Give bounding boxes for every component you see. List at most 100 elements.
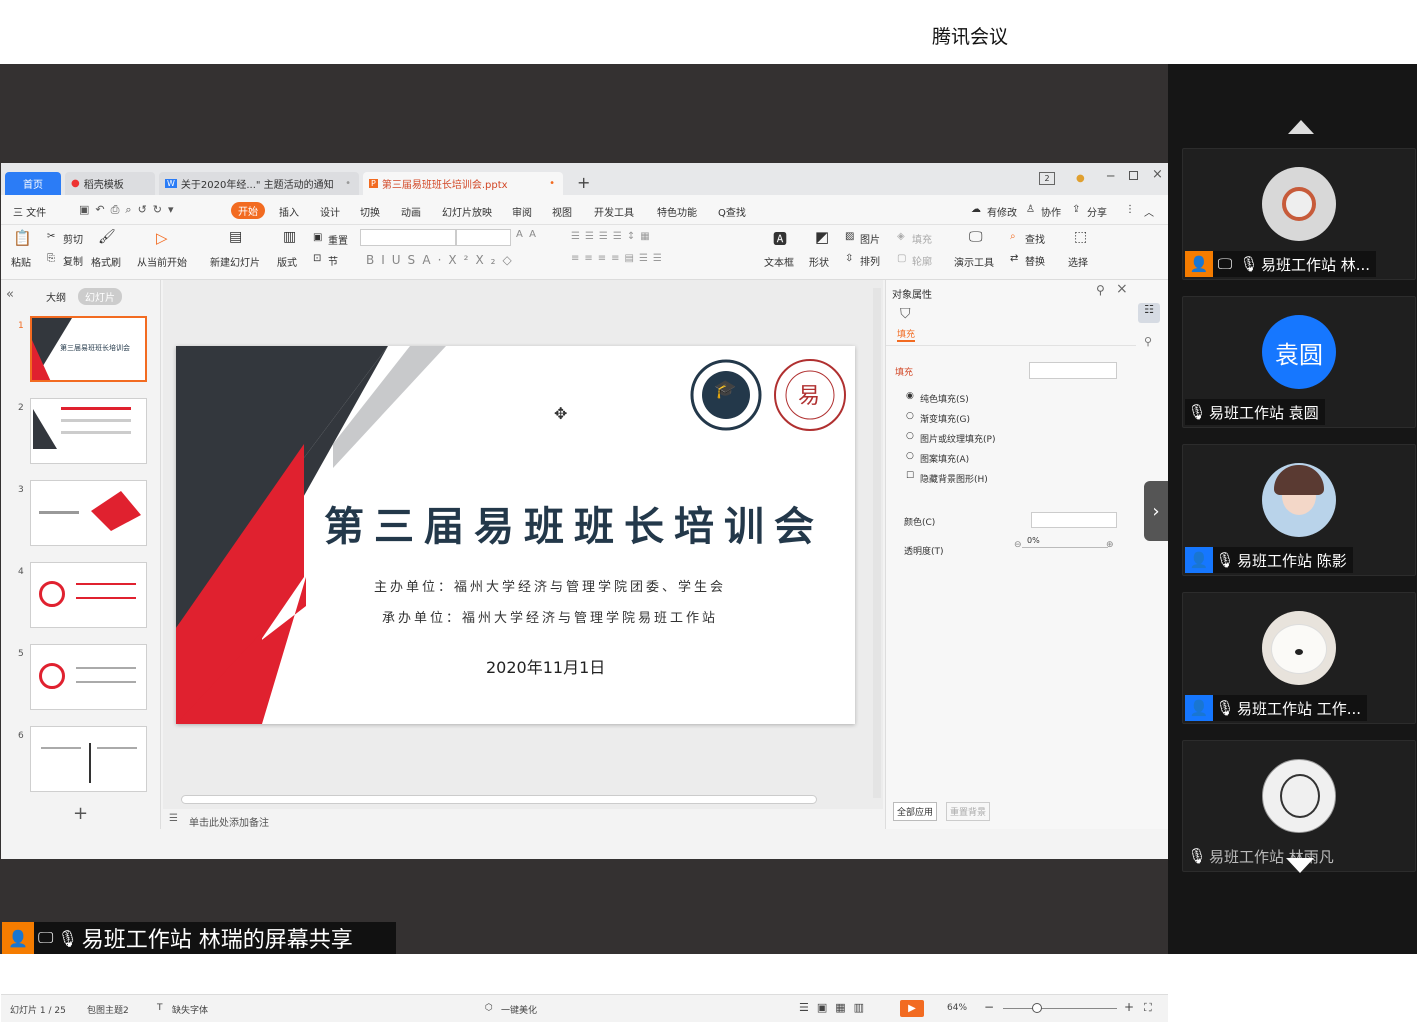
participant-tile[interactable]: 👤 🖵 🎙 易班工作站 林... [1182, 148, 1416, 280]
participant-tile[interactable]: 👤 🎙 易班工作站 陈影 [1182, 444, 1416, 576]
slides-tab[interactable]: 幻灯片 [78, 288, 122, 305]
vertical-scrollbar[interactable] [873, 288, 881, 798]
menu-slideshow[interactable]: 幻灯片放映 [442, 204, 492, 219]
shape-icon[interactable]: ◩ [815, 228, 829, 246]
menu-review[interactable]: 审阅 [512, 204, 532, 219]
pin-icon[interactable]: ⚲ [1096, 283, 1105, 297]
tab-unsaved-dot-icon[interactable]: • [549, 178, 555, 189]
format-painter-icon[interactable]: 🖌 [98, 229, 116, 245]
apply-all-button[interactable]: 全部应用 [893, 802, 938, 821]
tab-document-notice[interactable]: W 关于2020年经..." 主题活动的通知 • [159, 172, 359, 195]
fill-button[interactable]: 填充 [912, 231, 932, 246]
reset-bg-button[interactable]: 重置背景 [946, 802, 991, 821]
section-button[interactable]: 节 [328, 253, 338, 268]
beautify-button[interactable]: 一键美化 [501, 1003, 537, 1016]
share-label[interactable]: 分享 [1087, 204, 1107, 219]
radio-gradient[interactable]: ○ [906, 411, 914, 421]
present-tools-button[interactable]: 演示工具 [954, 254, 994, 269]
reset-button[interactable]: 重置 [328, 232, 348, 247]
pin-side-icon[interactable]: ⚲ [1144, 335, 1152, 348]
collab-label[interactable]: 协作 [1041, 204, 1061, 219]
participant-tile[interactable]: 袁圆 🎙 易班工作站 袁圆 [1182, 296, 1416, 428]
paragraph-icons-bottom[interactable]: ≡≡≡≡▤☰☰ [571, 253, 667, 264]
tab-presentation[interactable]: P 第三届易班班长培训会.pptx • [363, 172, 563, 195]
cloud-icon[interactable]: ☁ [971, 204, 981, 215]
replace-icon[interactable]: ⇄ [1010, 253, 1018, 264]
arrange-button[interactable]: 排列 [860, 253, 880, 268]
close-window-icon[interactable]: × [1152, 167, 1163, 182]
current-slide[interactable]: 🎓 易 第三届易班班长培训会 主办单位：福州大学经济与管理学院团委、学生会 承办… [176, 346, 855, 724]
window-count-icon[interactable]: 2 [1039, 172, 1055, 185]
textbox-button[interactable]: 文本框 [764, 254, 794, 269]
slide-thumb-2[interactable] [30, 398, 147, 464]
collapse-ribbon-icon[interactable]: ︿ [1144, 204, 1154, 219]
textbox-icon[interactable]: 🅰 [773, 229, 787, 249]
properties-side-icon[interactable]: ☷ [1138, 303, 1160, 323]
share-icon[interactable]: ⇪ [1072, 204, 1080, 215]
menu-dev-tools[interactable]: 开发工具 [594, 204, 634, 219]
skin-icon[interactable]: ● [1076, 173, 1085, 184]
radio-picture[interactable]: ○ [906, 431, 914, 441]
menu-special[interactable]: 特色功能 [657, 204, 697, 219]
changes-label[interactable]: 有修改 [987, 204, 1017, 219]
close-pane-icon[interactable]: × [1116, 281, 1128, 297]
format-painter-button[interactable]: 格式刷 [91, 254, 121, 269]
radio-pattern[interactable]: ○ [906, 451, 914, 461]
tab-close-icon[interactable]: • [345, 178, 351, 189]
paragraph-icons-top[interactable]: ☰☰☰☰↕▦ [571, 231, 655, 242]
text-format-icons[interactable]: BIUSA·X²X₂◇ [366, 253, 519, 267]
menu-file[interactable]: 三 文件 [13, 204, 46, 219]
more-icon[interactable]: ⋮ [1125, 204, 1135, 215]
collapse-pane-icon[interactable]: « [6, 287, 14, 302]
outline-tab[interactable]: 大纲 [46, 289, 66, 304]
section-icon[interactable]: ⊡ [313, 253, 321, 264]
outline-button[interactable]: 轮廓 [912, 253, 932, 268]
find-icon[interactable]: ⌕ [1010, 231, 1016, 242]
layout-button[interactable]: 版式 [277, 254, 297, 269]
layout-icon[interactable]: ▥ [283, 229, 296, 245]
replace-button[interactable]: 替换 [1025, 253, 1045, 268]
zoom-in-icon[interactable]: + [1124, 1000, 1134, 1014]
tab-home[interactable]: 首页 [5, 172, 61, 195]
select-button[interactable]: 选择 [1068, 254, 1088, 269]
outline-icon[interactable]: ▢ [897, 253, 906, 264]
slide-thumb-3[interactable] [30, 480, 147, 546]
new-slide-icon[interactable]: ▤ [229, 229, 242, 245]
minimize-icon[interactable]: ─ [1107, 169, 1114, 183]
menu-design[interactable]: 设计 [320, 204, 340, 219]
hide-bg-checkbox[interactable]: ☐ [906, 471, 914, 481]
play-slideshow-button[interactable]: ▶ [900, 1000, 924, 1017]
new-slide-button[interactable]: 新建幻灯片 [210, 254, 260, 269]
missing-font[interactable]: 缺失字体 [172, 1003, 208, 1016]
picture-icon[interactable]: ▨ [845, 231, 854, 242]
color-select[interactable] [1031, 512, 1117, 528]
zoom-slider[interactable] [1003, 1008, 1117, 1009]
notes-bar[interactable]: ☰ 单击此处添加备注 [163, 809, 883, 831]
font-size-adjust-icons[interactable]: AA [516, 229, 542, 240]
slide-thumb-6[interactable] [30, 726, 147, 792]
plus-icon[interactable]: ⊕ [1106, 540, 1114, 550]
select-icon[interactable]: ⬚ [1074, 229, 1087, 245]
notes-placeholder[interactable]: 单击此处添加备注 [189, 814, 269, 829]
find-button[interactable]: 查找 [1025, 231, 1045, 246]
paste-button[interactable]: 粘贴 [11, 254, 31, 269]
scroll-down-icon[interactable] [1286, 858, 1314, 873]
menu-start[interactable]: 开始 [231, 202, 265, 219]
menu-animation[interactable]: 动画 [401, 204, 421, 219]
theme-name[interactable]: 包图主题2 [87, 1003, 129, 1016]
play-from-current-icon[interactable]: ▷ [156, 229, 168, 247]
arrange-icon[interactable]: ⇳ [845, 253, 853, 264]
reset-icon[interactable]: ▣ [313, 232, 322, 243]
expand-panel-chevron-icon[interactable]: › [1144, 481, 1168, 541]
participant-tile[interactable]: 🎙 易班工作站 林雨凡 [1182, 740, 1416, 872]
minus-icon[interactable]: ⊖ [1014, 540, 1022, 550]
fit-window-icon[interactable]: ⛶ [1144, 1001, 1152, 1015]
radio-solid[interactable]: ◉ [906, 391, 914, 401]
menu-find[interactable]: Q查找 [718, 204, 746, 219]
collab-icon[interactable]: ♙ [1026, 204, 1035, 215]
present-tools-icon[interactable]: 🖵 [969, 229, 983, 245]
shape-button[interactable]: 形状 [809, 254, 829, 269]
menu-insert[interactable]: 插入 [279, 204, 299, 219]
zoom-thumb[interactable] [1032, 1003, 1042, 1013]
fill-icon[interactable]: ◈ [897, 231, 905, 242]
